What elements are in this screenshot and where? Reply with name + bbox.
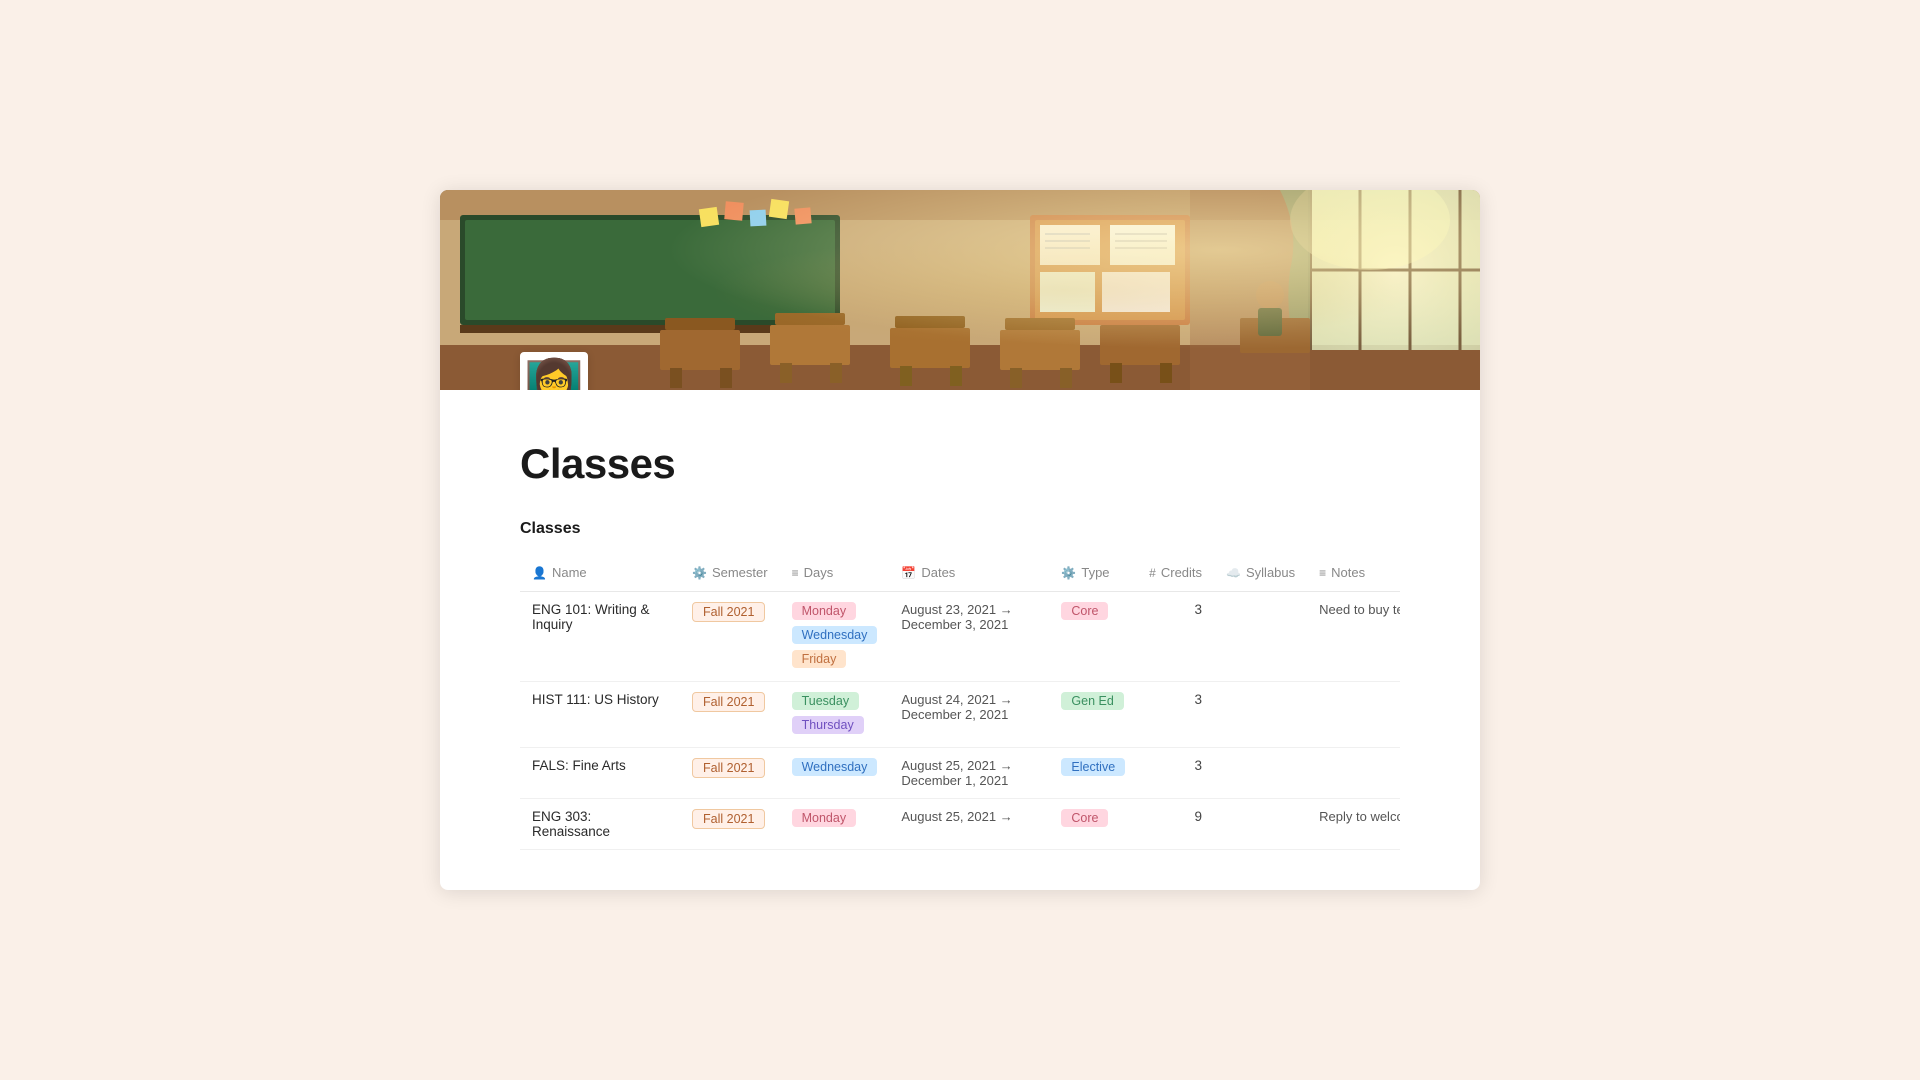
cell-semester: Fall 2021 bbox=[680, 682, 780, 748]
cell-type: Elective bbox=[1049, 748, 1137, 799]
table-header-row: 👤Name ⚙️Semester ≡Days 📅Dates ⚙️Type #Cr… bbox=[520, 554, 1400, 592]
cell-syllabus bbox=[1214, 592, 1307, 682]
classes-table: 👤Name ⚙️Semester ≡Days 📅Dates ⚙️Type #Cr… bbox=[520, 554, 1400, 850]
col-days: ≡Days bbox=[780, 554, 890, 592]
cell-syllabus bbox=[1214, 799, 1307, 850]
cell-days: MondayWednesdayFriday bbox=[780, 592, 890, 682]
col-syllabus: ☁️Syllabus bbox=[1214, 554, 1307, 592]
cell-dates: August 24, 2021 →December 2, 2021 bbox=[889, 682, 1049, 748]
cell-type: Core bbox=[1049, 799, 1137, 850]
content-area: Classes Classes 👤Name ⚙️Semester ≡Days 📅… bbox=[440, 440, 1480, 890]
col-name: 👤Name bbox=[520, 554, 680, 592]
cell-credits: 3 bbox=[1137, 682, 1214, 748]
col-semester: ⚙️Semester bbox=[680, 554, 780, 592]
cell-dates: August 25, 2021 → bbox=[889, 799, 1049, 850]
col-credits: #Credits bbox=[1137, 554, 1214, 592]
cell-dates: August 23, 2021 →December 3, 2021 bbox=[889, 592, 1049, 682]
cell-notes: Reply to welcome email bbox=[1307, 799, 1400, 850]
cell-name: ENG 303: Renaissance bbox=[520, 799, 680, 850]
col-notes: ≡Notes bbox=[1307, 554, 1400, 592]
cell-credits: 3 bbox=[1137, 748, 1214, 799]
cell-semester: Fall 2021 bbox=[680, 799, 780, 850]
table-row[interactable]: HIST 111: US HistoryFall 2021TuesdayThur… bbox=[520, 682, 1400, 748]
cell-type: Gen Ed bbox=[1049, 682, 1137, 748]
table-row[interactable]: FALS: Fine ArtsFall 2021WednesdayAugust … bbox=[520, 748, 1400, 799]
cell-name: FALS: Fine Arts bbox=[520, 748, 680, 799]
cell-syllabus bbox=[1214, 748, 1307, 799]
cell-notes bbox=[1307, 682, 1400, 748]
cell-days: Wednesday bbox=[780, 748, 890, 799]
page-emoji: 👩‍🏫 bbox=[520, 352, 588, 390]
table-row[interactable]: ENG 303: RenaissanceFall 2021MondayAugus… bbox=[520, 799, 1400, 850]
cover-image: 👩‍🏫 bbox=[440, 190, 1480, 390]
cell-semester: Fall 2021 bbox=[680, 748, 780, 799]
cell-notes: Need to buy textbook bbox=[1307, 592, 1400, 682]
cell-credits: 9 bbox=[1137, 799, 1214, 850]
cell-notes bbox=[1307, 748, 1400, 799]
page-title: Classes bbox=[520, 440, 1400, 488]
table-row[interactable]: ENG 101: Writing & InquiryFall 2021Monda… bbox=[520, 592, 1400, 682]
cell-semester: Fall 2021 bbox=[680, 592, 780, 682]
table-wrapper: 👤Name ⚙️Semester ≡Days 📅Dates ⚙️Type #Cr… bbox=[520, 554, 1400, 850]
cell-days: TuesdayThursday bbox=[780, 682, 890, 748]
col-type: ⚙️Type bbox=[1049, 554, 1137, 592]
cell-days: Monday bbox=[780, 799, 890, 850]
cell-type: Core bbox=[1049, 592, 1137, 682]
col-dates: 📅Dates bbox=[889, 554, 1049, 592]
page-container: 👩‍🏫 Classes Classes 👤Name ⚙️Semester ≡Da… bbox=[440, 190, 1480, 890]
section-title: Classes bbox=[520, 520, 1400, 538]
cell-dates: August 25, 2021 →December 1, 2021 bbox=[889, 748, 1049, 799]
cell-credits: 3 bbox=[1137, 592, 1214, 682]
cell-name: HIST 111: US History bbox=[520, 682, 680, 748]
cell-syllabus bbox=[1214, 682, 1307, 748]
cell-name: ENG 101: Writing & Inquiry bbox=[520, 592, 680, 682]
